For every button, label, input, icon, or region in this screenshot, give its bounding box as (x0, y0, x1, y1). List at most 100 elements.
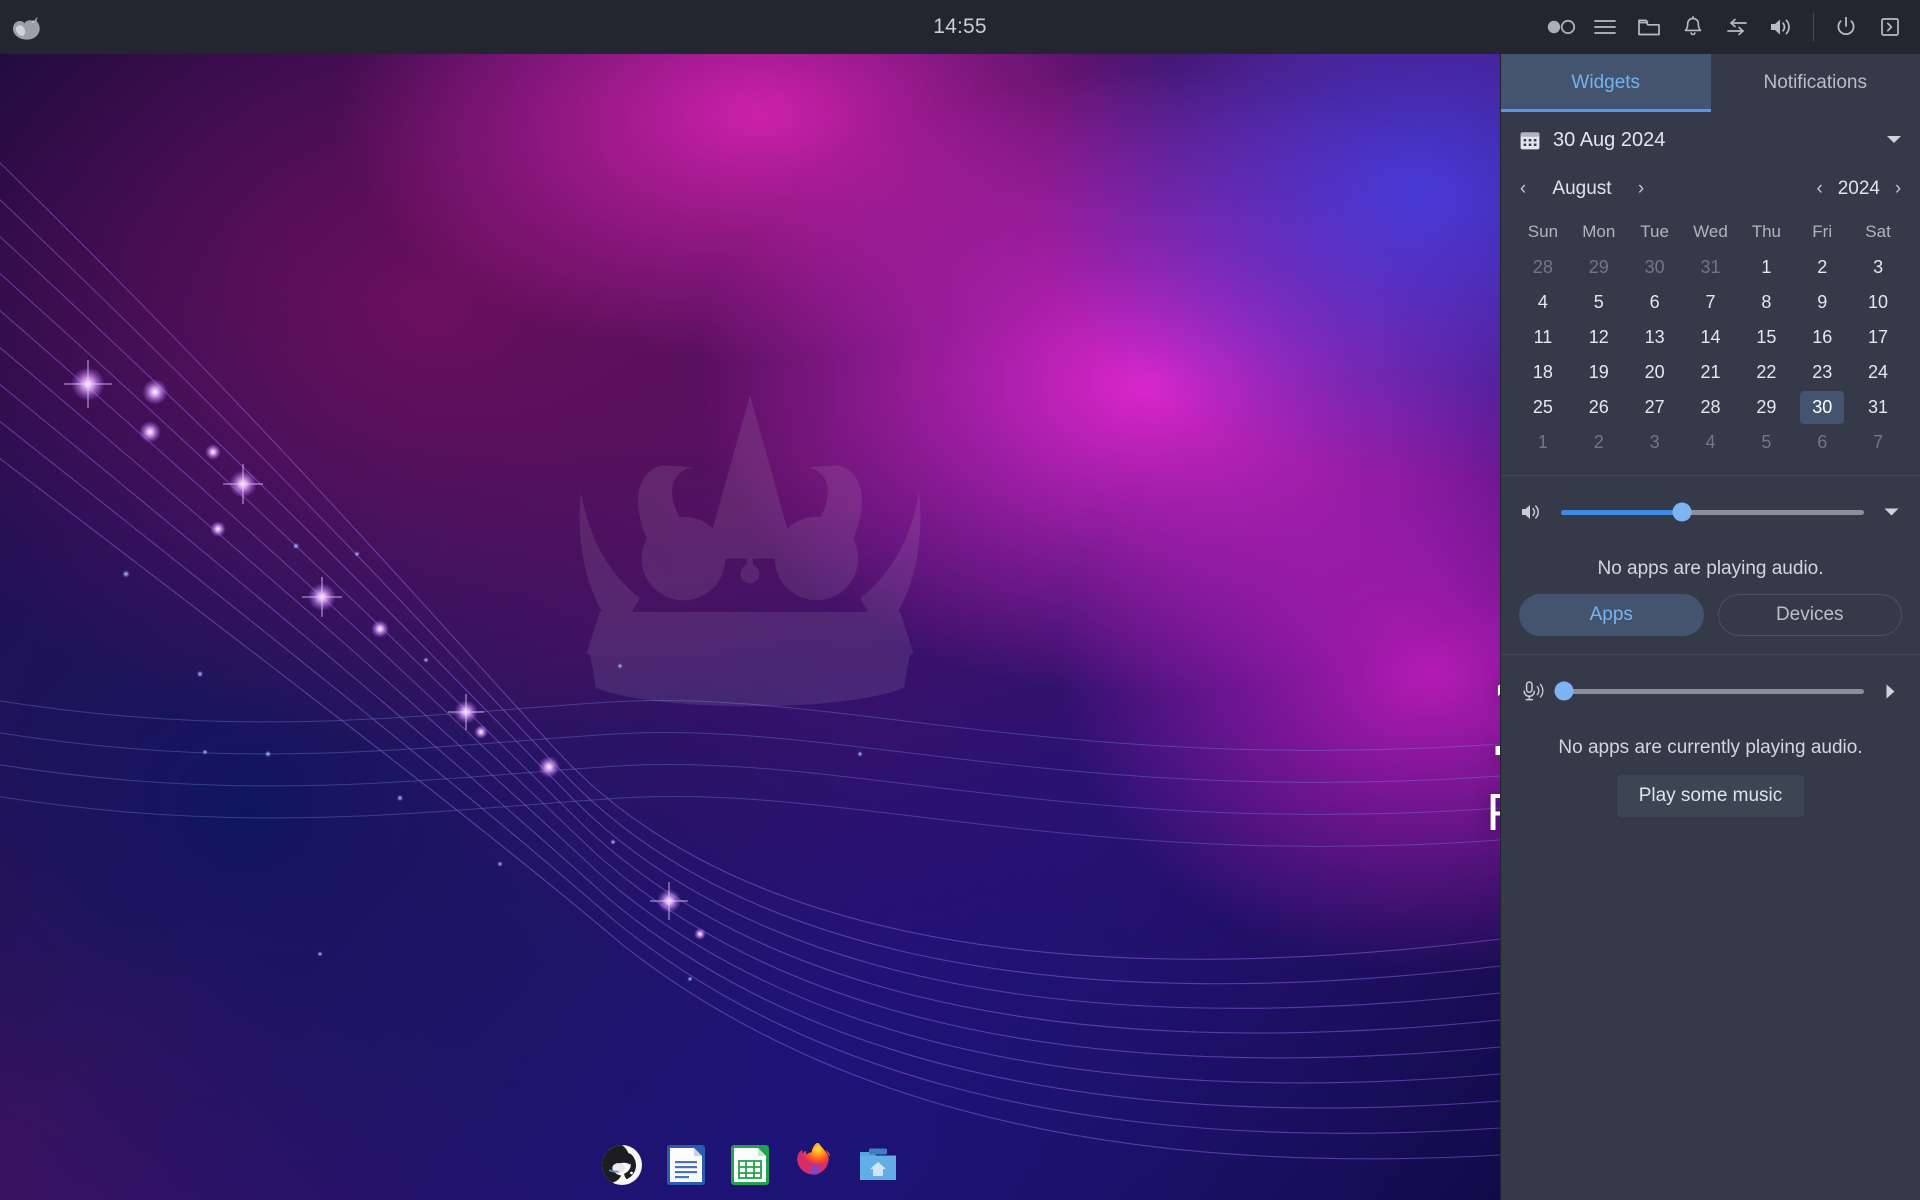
calendar-day[interactable]: 16 (1800, 321, 1844, 354)
calendar-day[interactable]: 20 (1633, 356, 1677, 389)
calendar-day[interactable]: 13 (1633, 321, 1677, 354)
calendar-day[interactable]: 7 (1689, 286, 1733, 319)
calendar-day[interactable]: 2 (1800, 251, 1844, 284)
tray-divider (1813, 13, 1814, 41)
desktop-clock: 14: Friday Aug (1486, 654, 1500, 844)
input-volume-knob[interactable] (1554, 681, 1574, 701)
tab-notifications[interactable]: Notifications (1711, 54, 1920, 112)
output-expander-chevron-down-icon[interactable] (1880, 508, 1902, 517)
calendar-day[interactable]: 6 (1800, 426, 1844, 459)
tab-notifications-label: Notifications (1763, 72, 1868, 93)
calendar-day[interactable]: 31 (1689, 251, 1733, 284)
speaker-volume-icon[interactable] (1519, 502, 1545, 522)
dock-item-firefox[interactable] (789, 1140, 839, 1190)
dock-item-calc[interactable] (725, 1140, 775, 1190)
prev-month-button[interactable]: ‹ (1515, 178, 1531, 200)
calendar-day[interactable]: 3 (1856, 251, 1900, 284)
calendar-year-label: 2024 (1837, 178, 1880, 199)
calendar-day[interactable]: 21 (1689, 356, 1733, 389)
calendar-day[interactable]: 4 (1689, 426, 1733, 459)
show-desktop-icon[interactable] (1870, 7, 1910, 47)
input-audio-block: No apps are currently playing audio. Pla… (1501, 655, 1920, 829)
dock-item-ubuntu-tweak[interactable] (597, 1140, 647, 1190)
output-volume-slider[interactable] (1561, 502, 1864, 522)
menu-icon[interactable] (1585, 7, 1625, 47)
calendar-day[interactable]: 24 (1856, 356, 1900, 389)
dock-item-writer[interactable] (661, 1140, 711, 1190)
calendar-day[interactable]: 5 (1744, 426, 1788, 459)
next-year-button[interactable]: › (1890, 178, 1906, 200)
top-panel: 14:55 (0, 0, 1920, 54)
calendar-day[interactable]: 23 (1800, 356, 1844, 389)
dock (0, 1140, 1500, 1190)
system-tray (1541, 0, 1910, 54)
calendar-day[interactable]: 29 (1577, 251, 1621, 284)
segment-apps[interactable]: Apps (1519, 594, 1704, 636)
volume-icon[interactable] (1761, 7, 1801, 47)
calendar-day[interactable]: 25 (1521, 391, 1565, 424)
output-volume-fill (1561, 509, 1683, 515)
calendar-day[interactable]: 29 (1744, 391, 1788, 424)
calendar-day-name: Sun (1527, 222, 1559, 241)
network-transfer-icon[interactable] (1717, 7, 1757, 47)
power-icon[interactable] (1826, 7, 1866, 47)
output-volume-knob[interactable] (1672, 502, 1692, 522)
calendar-day[interactable]: 1 (1744, 251, 1788, 284)
date-header[interactable]: 30 Aug 2024 (1501, 112, 1920, 168)
play-some-music-button[interactable]: Play some music (1616, 775, 1805, 817)
tab-widgets[interactable]: Widgets (1501, 54, 1711, 112)
calendar-day[interactable]: 1 (1521, 426, 1565, 459)
calendar-day[interactable]: 27 (1633, 391, 1677, 424)
calendar-day[interactable]: 5 (1577, 286, 1621, 319)
calendar-day[interactable]: 4 (1521, 286, 1565, 319)
calendar-day[interactable]: 10 (1856, 286, 1900, 319)
calendar-icon (1519, 129, 1541, 151)
calendar-day[interactable]: 31 (1856, 391, 1900, 424)
calendar-day[interactable]: 22 (1744, 356, 1788, 389)
calendar-day[interactable]: 9 (1800, 286, 1844, 319)
calendar-day[interactable]: 26 (1577, 391, 1621, 424)
desktop-pager-icon[interactable] (1541, 7, 1581, 47)
input-volume-row (1519, 673, 1902, 709)
calendar-day[interactable]: 8 (1744, 286, 1788, 319)
calendar-day[interactable]: 28 (1521, 251, 1565, 284)
desktop[interactable]: 14: Friday Aug (0, 54, 1500, 1200)
calendar-day[interactable]: 6 (1633, 286, 1677, 319)
bird-logo-icon[interactable] (0, 0, 54, 54)
desktop-clock-date: Friday Aug (1486, 782, 1500, 844)
file-manager-icon[interactable] (1629, 7, 1669, 47)
calendar-day[interactable]: 19 (1577, 356, 1621, 389)
calendar-day[interactable]: 12 (1577, 321, 1621, 354)
calendar-day[interactable]: 18 (1521, 356, 1565, 389)
calendar-day[interactable]: 15 (1744, 321, 1788, 354)
input-audio-status: No apps are currently playing audio. (1558, 737, 1863, 758)
calendar-day[interactable]: 11 (1521, 321, 1565, 354)
dock-item-file-manager[interactable] (853, 1140, 903, 1190)
calendar-month-group: ‹ August › (1515, 178, 1649, 200)
calendar-nav: ‹ August › ‹ 2024 › (1515, 168, 1906, 210)
notifications-bell-icon[interactable] (1673, 7, 1713, 47)
calendar-day[interactable]: 30 (1633, 251, 1677, 284)
desktop-clock-time: 14: (1486, 654, 1500, 774)
chevron-down-icon[interactable] (1886, 135, 1902, 145)
next-month-button[interactable]: › (1633, 178, 1649, 200)
segment-apps-label: Apps (1589, 604, 1633, 625)
microphone-icon[interactable] (1519, 680, 1545, 702)
panel-tabs: Widgets Notifications (1501, 54, 1920, 112)
calendar-day[interactable]: 3 (1633, 426, 1677, 459)
audio-source-segments: Apps Devices (1519, 594, 1902, 636)
calendar-day[interactable]: 7 (1856, 426, 1900, 459)
prev-year-button[interactable]: ‹ (1812, 178, 1828, 200)
calendar-day[interactable]: 14 (1689, 321, 1733, 354)
output-audio-status: No apps are playing audio. (1597, 558, 1824, 579)
input-volume-slider[interactable] (1554, 681, 1864, 701)
calendar-day[interactable]: 28 (1689, 391, 1733, 424)
input-expander-chevron-right-icon[interactable] (1880, 684, 1902, 699)
date-header-label: 30 Aug 2024 (1553, 128, 1666, 151)
calendar-day[interactable]: 2 (1577, 426, 1621, 459)
calendar-day[interactable]: 17 (1856, 321, 1900, 354)
segment-devices[interactable]: Devices (1717, 594, 1902, 636)
calendar-day-selected[interactable]: 30 (1800, 391, 1845, 424)
crown-watermark-icon (579, 395, 921, 707)
calendar-day-name: Fri (1812, 222, 1833, 241)
